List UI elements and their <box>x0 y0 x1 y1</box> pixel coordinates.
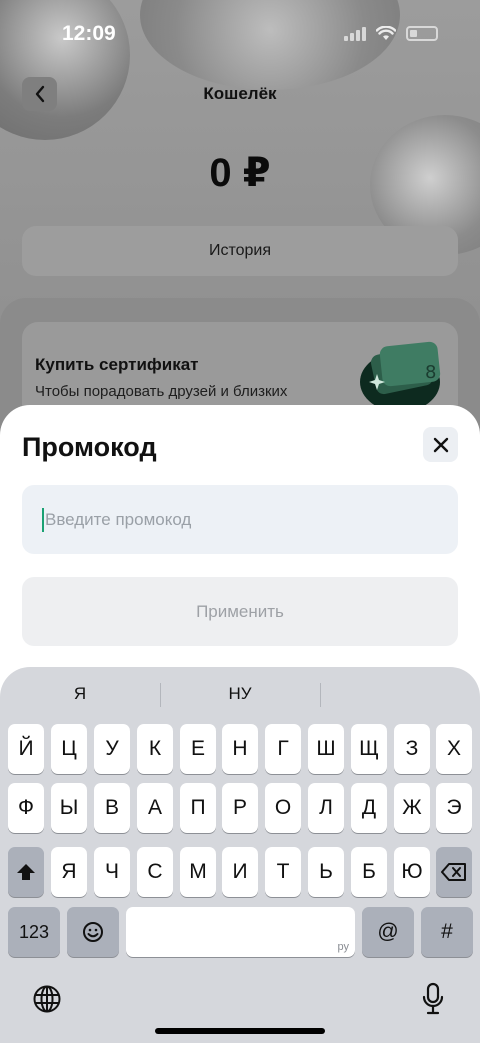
battery-icon <box>406 26 438 41</box>
certificate-title: Купить сертификат <box>35 355 199 374</box>
apply-button[interactable]: Применить <box>22 577 458 646</box>
key-letter[interactable]: П <box>180 783 216 833</box>
suggestion-bar: Я НУ <box>0 677 480 711</box>
key-letter[interactable]: Ь <box>308 847 344 897</box>
emoji-key[interactable] <box>67 907 119 957</box>
key-letter[interactable]: Ю <box>394 847 430 897</box>
key-letter[interactable]: А <box>137 783 173 833</box>
promo-code-input[interactable] <box>45 509 425 530</box>
key-letter[interactable]: Й <box>8 724 44 774</box>
key-letter[interactable]: Е <box>180 724 216 774</box>
status-bar: 12:09 <box>0 0 480 70</box>
keyboard-language-label: ру <box>337 941 350 953</box>
suggestion-item[interactable] <box>320 677 480 711</box>
emoji-icon <box>83 922 103 942</box>
hash-key[interactable]: # <box>421 907 473 957</box>
on-screen-keyboard: Я НУ Й Ц У К Е Н Г Ш Щ З Х Ф Ы В А П Р О… <box>0 667 480 1043</box>
key-letter[interactable]: Щ <box>351 724 387 774</box>
globe-icon[interactable] <box>32 984 62 1014</box>
close-icon <box>433 437 448 452</box>
shift-arrow-icon <box>17 864 35 880</box>
gift-card-illustration: 8 <box>360 341 441 410</box>
key-letter[interactable]: Я <box>51 847 87 897</box>
key-letter[interactable]: Г <box>265 724 301 774</box>
key-letter[interactable]: С <box>137 847 173 897</box>
key-letter[interactable]: Ы <box>51 783 87 833</box>
status-time: 12:09 <box>62 22 116 45</box>
shift-key[interactable] <box>8 847 44 897</box>
key-letter[interactable]: Т <box>265 847 301 897</box>
key-letter[interactable]: З <box>394 724 430 774</box>
suggestion-item[interactable]: НУ <box>160 677 320 711</box>
key-letter[interactable]: Ш <box>308 724 344 774</box>
cellular-signal-icon <box>344 26 366 41</box>
key-letter[interactable]: Л <box>308 783 344 833</box>
key-letter[interactable]: В <box>94 783 130 833</box>
wallet-balance: 0 ₽ <box>209 151 271 195</box>
key-letter[interactable]: У <box>94 724 130 774</box>
wifi-icon <box>376 26 396 40</box>
key-letter[interactable]: Ф <box>8 783 44 833</box>
key-letter[interactable]: Э <box>436 783 472 833</box>
promo-code-field[interactable] <box>22 485 458 554</box>
close-button[interactable] <box>423 427 458 462</box>
microphone-icon[interactable] <box>421 982 445 1016</box>
space-key[interactable]: ру <box>126 907 355 957</box>
sheet-title: Промокод <box>22 432 157 462</box>
key-letter[interactable]: Д <box>351 783 387 833</box>
key-letter[interactable]: Ж <box>394 783 430 833</box>
at-key[interactable]: @ <box>362 907 414 957</box>
key-letter[interactable]: М <box>180 847 216 897</box>
key-letter[interactable]: Х <box>436 724 472 774</box>
suggestion-item[interactable]: Я <box>0 677 160 711</box>
certificate-subtitle: Чтобы порадовать друзей и близких <box>35 383 288 400</box>
key-letter[interactable]: О <box>265 783 301 833</box>
numbers-key[interactable]: 123 <box>8 907 60 957</box>
svg-text:8: 8 <box>425 362 436 383</box>
backspace-icon <box>441 863 466 881</box>
key-letter[interactable]: И <box>222 847 258 897</box>
key-letter[interactable]: Ч <box>94 847 130 897</box>
text-caret <box>42 507 44 532</box>
key-letter[interactable]: Ц <box>51 724 87 774</box>
home-indicator <box>155 1028 325 1034</box>
history-button[interactable]: История <box>22 226 458 276</box>
key-letter[interactable]: К <box>137 724 173 774</box>
key-letter[interactable]: Б <box>351 847 387 897</box>
page-title: Кошелёк <box>203 84 277 103</box>
backspace-key[interactable] <box>436 847 472 897</box>
key-letter[interactable]: Н <box>222 724 258 774</box>
key-letter[interactable]: Р <box>222 783 258 833</box>
